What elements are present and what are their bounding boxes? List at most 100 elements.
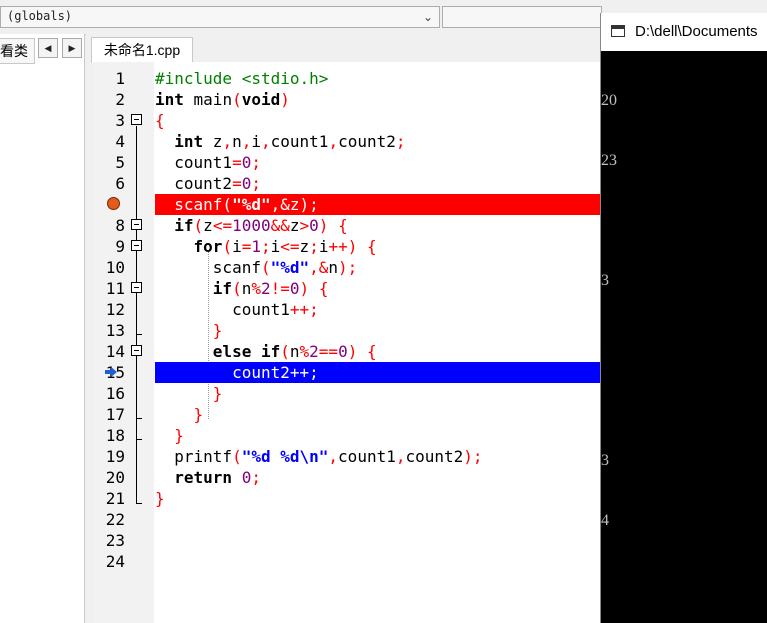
code-text: } xyxy=(155,489,165,508)
code-line: 3 { xyxy=(93,110,600,131)
code-line: 20 return 0; xyxy=(93,467,600,488)
fold-toggle-icon[interactable] xyxy=(131,240,142,251)
code-text: int main(void) xyxy=(155,90,290,109)
code-editor[interactable]: 1 #include <stdio.h> 2 int main(void) 3 … xyxy=(93,62,600,623)
console-window[interactable]: D:\dell\Documents 20 23 3 3 4 xyxy=(600,13,767,623)
console-line: 3 xyxy=(601,452,609,469)
scroll-right-button[interactable]: ▶ xyxy=(62,38,82,58)
code-text: } xyxy=(174,426,184,445)
code-line: 5 count1=0; xyxy=(93,152,600,173)
line-number: 8 xyxy=(115,216,125,235)
code-line: 12 count1++; xyxy=(93,299,600,320)
code-line: 6 count2=0; xyxy=(93,173,600,194)
code-text: printf("%d %d\n",count1,count2); xyxy=(155,447,483,466)
line-number: 9 xyxy=(115,237,125,256)
line-number: 12 xyxy=(105,300,125,319)
code-text: count2=0; xyxy=(155,174,261,193)
line-number: 22 xyxy=(105,510,125,529)
console-line: 3 xyxy=(601,272,609,289)
code-line: 9 for(i=1;i<=z;i++) { xyxy=(93,236,600,257)
code-text: int z,n,i,count1,count2; xyxy=(174,132,406,151)
code-text: for(i=1;i<=z;i++) { xyxy=(193,237,377,256)
code-line: 24 xyxy=(93,551,600,572)
line-number: 23 xyxy=(105,531,125,550)
chevron-down-icon[interactable]: ⌄ xyxy=(421,7,435,27)
code-line: 8 if(z<=1000&&z>0) { xyxy=(93,215,600,236)
scope-dropdown[interactable]: (globals) ⌄ xyxy=(0,6,440,28)
line-number: 21 xyxy=(105,489,125,508)
code-line: 14 else if(n%2==0) { xyxy=(93,341,600,362)
execution-arrow-icon xyxy=(105,367,117,377)
code-text: } xyxy=(193,405,204,424)
code-line: 22 xyxy=(93,509,600,530)
fold-toggle-icon[interactable] xyxy=(131,114,142,125)
code-text: return 0; xyxy=(174,468,261,487)
console-line: 20 xyxy=(601,92,617,109)
code-text: else if(n%2==0) { xyxy=(212,342,377,361)
line-number: 3 xyxy=(115,111,125,130)
code-text: #include <stdio.h> xyxy=(155,69,329,88)
code-text: } xyxy=(212,384,223,403)
console-output: 20 23 3 3 4 xyxy=(601,51,767,571)
scope-dropdown-value: (globals) xyxy=(7,9,73,23)
code-line: 21 } xyxy=(93,488,600,509)
line-number: 17 xyxy=(105,405,125,424)
function-dropdown[interactable] xyxy=(442,6,602,28)
line-number: 6 xyxy=(115,174,125,193)
code-line: 4 int z,n,i,count1,count2; xyxy=(93,131,600,152)
console-title: D:\dell\Documents xyxy=(635,23,758,40)
line-number: 18 xyxy=(105,426,125,445)
code-line: 17 } xyxy=(93,404,600,425)
triangle-right-icon: ▶ xyxy=(68,43,76,53)
console-titlebar[interactable]: D:\dell\Documents xyxy=(601,13,767,51)
line-number: 19 xyxy=(105,447,125,466)
code-text: scanf("%d",&z); xyxy=(155,194,600,215)
line-number: 14 xyxy=(105,342,125,361)
line-number: 1 xyxy=(115,69,125,88)
code-text: } xyxy=(212,321,223,340)
editor-tab-strip: 未命名1.cpp xyxy=(86,34,600,63)
scope-toolbar: (globals) ⌄ xyxy=(0,0,602,35)
code-line: 11 if(n%2!=0) { xyxy=(93,278,600,299)
code-text: count2++; xyxy=(155,362,600,383)
scroll-left-button[interactable]: ◀ xyxy=(38,38,58,58)
code-text: count1++; xyxy=(155,300,319,319)
code-line: 10 scanf("%d",&n); xyxy=(93,257,600,278)
line-number: 10 xyxy=(105,258,125,277)
line-number: 24 xyxy=(105,552,125,571)
file-tab[interactable]: 未命名1.cpp xyxy=(91,37,193,63)
fold-toggle-icon[interactable] xyxy=(131,282,142,293)
line-number: 16 xyxy=(105,384,125,403)
code-line: 23 xyxy=(93,530,600,551)
line-number: 13 xyxy=(105,321,125,340)
line-number: 11 xyxy=(105,279,125,298)
code-text: { xyxy=(155,111,165,130)
code-text: scanf("%d",&n); xyxy=(155,258,358,277)
line-number: 2 xyxy=(115,90,125,109)
fold-toggle-icon[interactable] xyxy=(131,345,142,356)
code-text: if(n%2!=0) { xyxy=(212,279,329,298)
code-line: 18 } xyxy=(93,425,600,446)
line-number: 5 xyxy=(115,153,125,172)
code-line-current: 15 count2++; xyxy=(93,362,600,383)
code-line: 1 #include <stdio.h> xyxy=(93,68,600,89)
code-line-breakpoint: scanf("%d",&z); xyxy=(93,194,600,215)
class-tab[interactable]: 看类 xyxy=(0,38,35,64)
console-window-icon xyxy=(611,25,625,37)
console-line: 23 xyxy=(601,152,617,169)
fold-toggle-icon[interactable] xyxy=(131,219,142,230)
breakpoint-icon[interactable] xyxy=(107,197,120,210)
code-text: if(z<=1000&&z>0) { xyxy=(174,216,348,235)
class-browser-pane: 看类 ◀ ▶ xyxy=(0,34,85,623)
line-number: 20 xyxy=(105,468,125,487)
code-text: count1=0; xyxy=(155,153,261,172)
triangle-left-icon: ◀ xyxy=(44,43,52,53)
code-line: 16 } xyxy=(93,383,600,404)
line-number: 4 xyxy=(115,132,125,151)
code-line: 19 printf("%d %d\n",count1,count2); xyxy=(93,446,600,467)
console-line: 4 xyxy=(601,512,609,529)
code-line: 2 int main(void) xyxy=(93,89,600,110)
